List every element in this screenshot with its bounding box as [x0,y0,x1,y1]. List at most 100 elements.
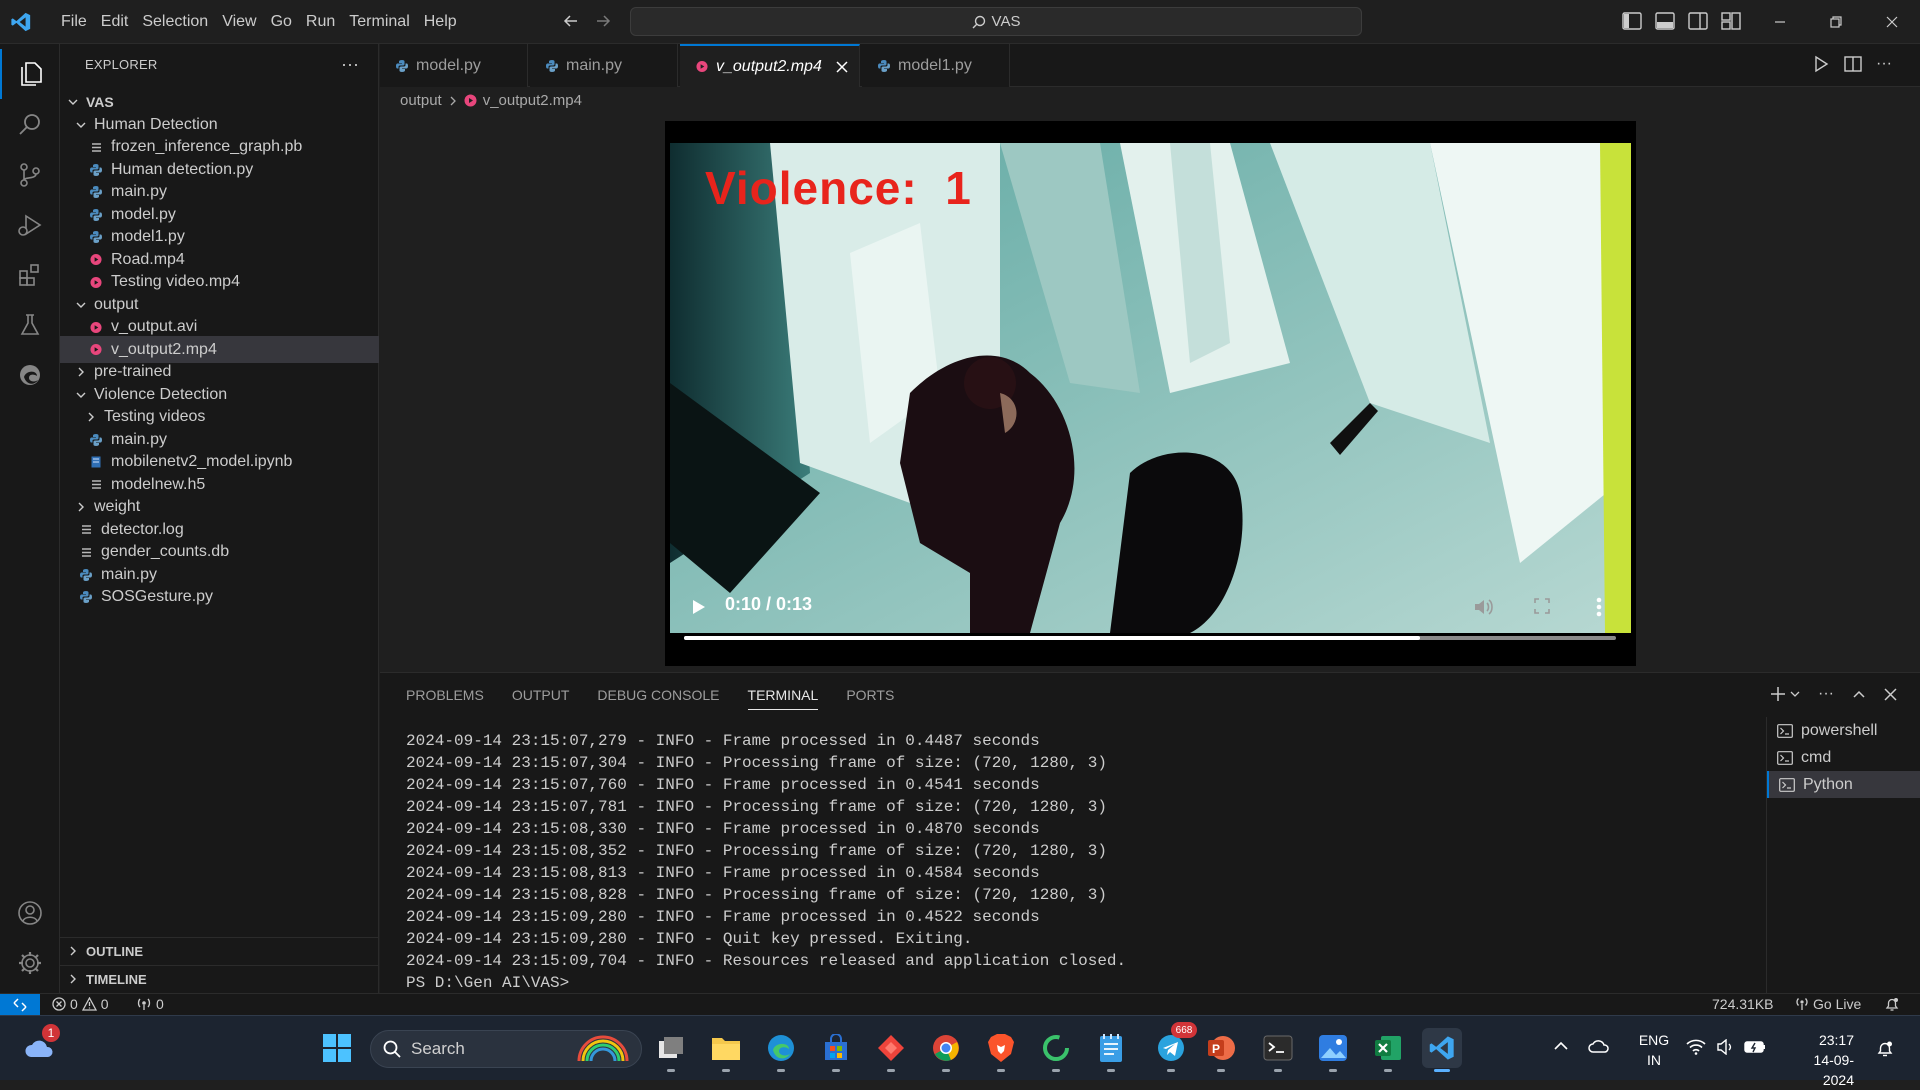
chevron-right-icon [84,410,98,424]
brave-browser-icon[interactable] [981,1028,1021,1072]
outline-section[interactable]: OUTLINE [60,937,379,964]
tree-item-label: Testing video.mp4 [111,273,240,290]
taskbar-search[interactable]: Search [370,1030,642,1068]
play-icon[interactable] [692,599,706,615]
more-actions-icon[interactable]: ··· [341,54,359,75]
powerpoint-icon[interactable]: P [1201,1028,1241,1072]
media-file-icon [90,253,102,267]
back-arrow-icon[interactable] [562,12,580,30]
video-player[interactable]: Violence: 1 0:10 / 0:13 [665,121,1636,666]
panel-tab-output[interactable]: OUTPUT [512,687,570,710]
title-bar: File Edit Selection View Go Run Terminal… [0,0,1920,44]
microsoft-store-icon[interactable] [816,1028,856,1072]
panel-tab-terminal[interactable]: TERMINAL [747,687,819,710]
command-center-search[interactable]: VAS [630,7,1362,36]
remote-indicator-icon[interactable] [0,994,40,1016]
notifications-bell-icon[interactable] [1884,996,1900,1012]
minimize-button[interactable] [1752,0,1808,44]
close-panel-icon[interactable] [1884,687,1897,701]
panel-tab-ports[interactable]: PORTS [846,687,894,710]
menu-view[interactable]: View [215,0,263,44]
chrome-browser-icon[interactable] [926,1028,966,1072]
toggle-panel-icon[interactable] [1655,12,1675,30]
tab-model-py[interactable]: model.py [380,44,528,87]
editor-more-icon[interactable]: ··· [1876,55,1892,73]
edge-devtools-icon[interactable] [0,350,60,400]
explorer-icon[interactable] [0,49,60,99]
maximize-panel-icon[interactable] [1852,687,1866,701]
breadcrumb-file[interactable]: v_output2.mp4 [483,92,582,109]
chevron-right-icon [448,96,458,106]
terminal-instance-powershell[interactable]: powershell [1767,717,1920,744]
toggle-secondary-sidebar-icon[interactable] [1688,12,1708,30]
breadcrumb-folder[interactable]: output [400,92,442,109]
testing-flask-icon[interactable] [0,300,60,350]
video-progress-bar[interactable] [684,636,1616,640]
media-file-icon [696,60,708,74]
menu-file[interactable]: File [54,0,94,44]
menu-go[interactable]: Go [264,0,299,44]
customize-layout-icon[interactable] [1721,12,1741,30]
notification-center-icon[interactable] [1876,1040,1894,1058]
onedrive-cloud-icon[interactable] [1588,1038,1610,1054]
video-more-icon[interactable] [1596,597,1602,617]
terminal-instance-cmd[interactable]: cmd [1767,744,1920,771]
volume-icon[interactable] [1473,597,1495,617]
weather-widget-icon[interactable]: 1 [20,1024,60,1068]
accounts-icon[interactable] [0,888,60,938]
terminal-output[interactable]: 2024-09-14 23:15:07,279 - INFO - Frame p… [406,730,1126,994]
menu-selection[interactable]: Selection [135,0,215,44]
menu-run[interactable]: Run [299,0,342,44]
show-hidden-icons-icon[interactable] [1553,1040,1569,1052]
panel-tab-problems[interactable]: PROBLEMS [406,687,484,710]
go-live-button[interactable]: Go Live [1795,996,1861,1012]
tree-item-label: main.py [111,183,168,200]
windows-start-icon[interactable] [317,1028,357,1068]
search-icon [972,15,986,29]
run-debug-icon[interactable] [0,200,60,250]
tab-v-output2-mp4[interactable]: v_output2.mp4 [680,44,860,87]
tab-main-py[interactable]: main.py [530,44,678,87]
timeline-section[interactable]: TIMELINE [60,965,379,992]
toggle-primary-sidebar-icon[interactable] [1622,12,1642,30]
file-explorer-icon[interactable] [706,1028,746,1072]
python-file-icon [90,208,102,222]
forward-arrow-icon[interactable] [594,12,612,30]
restore-button[interactable] [1808,0,1864,44]
close-window-button[interactable] [1864,0,1920,44]
tab-model1-py[interactable]: model1.py [862,44,1010,87]
telegram-icon[interactable]: 668 [1151,1022,1197,1072]
menu-terminal[interactable]: Terminal [342,0,416,44]
ports-status[interactable]: 0 [136,996,164,1012]
close-tab-icon[interactable] [836,60,848,73]
search-view-icon[interactable] [0,100,60,150]
split-editor-icon[interactable] [1844,55,1862,73]
anydesk-icon[interactable] [871,1028,911,1072]
run-file-icon[interactable] [1812,55,1830,73]
file-item[interactable]: SOSGesture.py [60,584,379,611]
menu-help[interactable]: Help [417,0,464,44]
task-view-icon[interactable] [651,1028,691,1072]
chevron-down-icon[interactable] [1790,689,1800,699]
tree-item-label: frozen_inference_graph.pb [111,138,303,155]
extensions-icon[interactable] [0,250,60,300]
language-indicator[interactable]: ENG IN [1634,1030,1674,1070]
source-control-icon[interactable] [0,150,60,200]
refresh-circle-app-icon[interactable] [1036,1028,1076,1072]
panel-tab-debug-console[interactable]: DEBUG CONSOLE [597,687,719,710]
problems-status[interactable]: 0 0 [52,996,109,1012]
photos-app-icon[interactable] [1313,1028,1353,1072]
panel-more-icon[interactable]: ··· [1818,685,1834,703]
clock[interactable]: 23:17 14-09-2024 [1784,1030,1854,1090]
notepad-icon[interactable] [1091,1028,1131,1072]
fullscreen-icon[interactable] [1534,598,1550,614]
edge-browser-icon[interactable] [761,1028,801,1072]
settings-gear-icon[interactable] [0,938,60,988]
ports-count: 0 [156,996,164,1012]
new-terminal-icon[interactable] [1770,686,1786,702]
menu-edit[interactable]: Edit [94,0,136,44]
vscode-taskbar-icon[interactable] [1422,1028,1462,1072]
excel-icon[interactable] [1368,1028,1408,1072]
terminal-instance-python[interactable]: Python [1767,771,1920,798]
terminal-app-icon[interactable] [1258,1028,1298,1072]
